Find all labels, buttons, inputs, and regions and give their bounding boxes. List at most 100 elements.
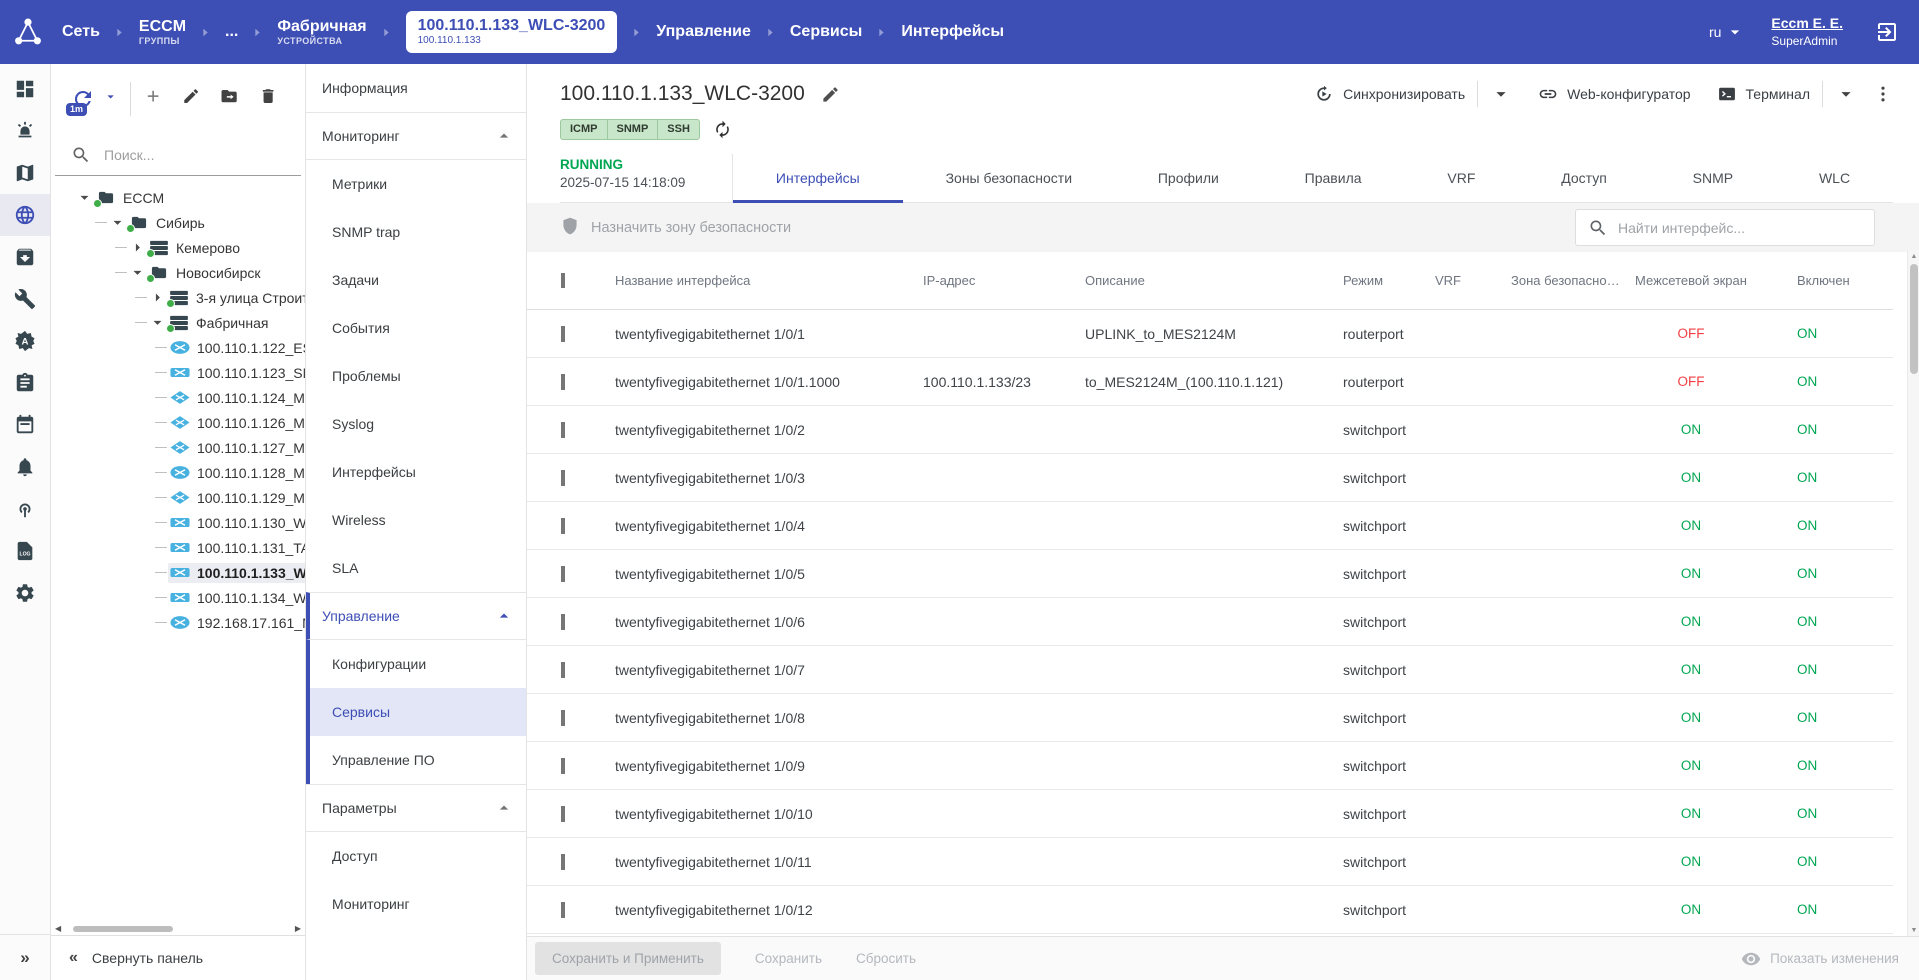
tab-rules[interactable]: Правила: [1262, 154, 1405, 202]
rail-item-calendar[interactable]: [0, 404, 50, 446]
row-checkbox[interactable]: [561, 613, 565, 630]
row-checkbox[interactable]: [561, 373, 565, 390]
menu-item-snmp-trap[interactable]: SNMP trap: [306, 208, 526, 256]
interface-row[interactable]: twentyfivegigabitethernet 1/0/10 switchpo…: [527, 790, 1893, 838]
menu-item-events[interactable]: События: [306, 304, 526, 352]
scrollbar-thumb[interactable]: [1910, 264, 1918, 374]
rail-item-tools[interactable]: [0, 278, 50, 320]
tree-node-dev-130[interactable]: 100.110.1.130_WLC-: [51, 510, 305, 535]
rail-item-alerts[interactable]: [0, 110, 50, 152]
row-checkbox[interactable]: [561, 757, 565, 774]
column-header-ip[interactable]: IP-адрес: [923, 273, 1085, 288]
row-checkbox[interactable]: [561, 709, 565, 726]
interface-search-input[interactable]: [1618, 219, 1862, 236]
tab-security-zones[interactable]: Зоны безопасности: [903, 154, 1115, 202]
scroll-right-icon[interactable]: ▶: [295, 924, 301, 933]
tree-collapsed-icon[interactable]: [128, 238, 147, 257]
tree-node-dev-122[interactable]: 100.110.1.122_ESR-2: [51, 335, 305, 360]
row-checkbox[interactable]: [561, 901, 565, 918]
interface-row[interactable]: twentyfivegigabitethernet 1/0/5 switchpor…: [527, 550, 1893, 598]
menu-item-access[interactable]: Доступ: [306, 832, 526, 880]
tab-wlc[interactable]: WLC: [1776, 154, 1893, 202]
tree-expanded-icon[interactable]: [128, 263, 147, 282]
rail-item-network[interactable]: [0, 194, 50, 236]
menu-item-tasks[interactable]: Задачи: [306, 256, 526, 304]
web-configurator-button[interactable]: Web-конфигуратор: [1538, 84, 1691, 104]
scroll-left-icon[interactable]: ◀: [55, 924, 61, 933]
tree-node-dev-161[interactable]: 192.168.17.161_MES: [51, 610, 305, 635]
menu-item-software[interactable]: Управление ПО: [306, 736, 526, 784]
tree-node-sibir[interactable]: Сибирь: [51, 210, 305, 235]
menu-item-monitoring[interactable]: Мониторинг: [306, 112, 526, 160]
breadcrumb-network[interactable]: Сеть: [62, 23, 100, 41]
tree-node-dev-123[interactable]: 100.110.1.123_SMG-: [51, 360, 305, 385]
menu-item-configurations[interactable]: Конфигурации: [306, 640, 526, 688]
interface-row[interactable]: twentyfivegigabitethernet 1/0/9 switchpor…: [527, 742, 1893, 790]
interface-row[interactable]: twentyfivegigabitethernet 1/0/7 switchpor…: [527, 646, 1893, 694]
select-all-checkbox[interactable]: [561, 273, 565, 288]
rail-item-logs[interactable]: LOG: [0, 530, 50, 572]
menu-item-metrics[interactable]: Метрики: [306, 160, 526, 208]
tab-access[interactable]: Доступ: [1518, 154, 1649, 202]
menu-item-interfaces[interactable]: Интерфейсы: [306, 448, 526, 496]
row-checkbox[interactable]: [561, 517, 565, 534]
tree-node-fabrichnaya[interactable]: Фабричная: [51, 310, 305, 335]
move-to-folder-button[interactable]: [220, 87, 238, 111]
table-vertical-scrollbar[interactable]: ▲ ▼: [1907, 250, 1919, 936]
logout-icon[interactable]: [1875, 20, 1899, 44]
terminal-button[interactable]: Терминал: [1717, 84, 1810, 104]
tree-collapsed-icon[interactable]: [148, 288, 167, 307]
row-checkbox[interactable]: [561, 421, 565, 438]
tree-node-novosibirsk[interactable]: Новосибирск: [51, 260, 305, 285]
column-header-description[interactable]: Описание: [1085, 273, 1343, 288]
interface-row[interactable]: twentyfivegigabitethernet 1/0/4 switchpor…: [527, 502, 1893, 550]
breadcrumb-services[interactable]: Сервисы: [790, 23, 862, 41]
sync-dropdown-icon[interactable]: [1490, 83, 1512, 105]
breadcrumb-eccm-groups[interactable]: ECCM ГРУППЫ: [139, 18, 186, 47]
column-header-vrf[interactable]: VRF: [1435, 273, 1511, 288]
rail-item-automation[interactable]: A: [0, 320, 50, 362]
rail-item-notifications[interactable]: [0, 446, 50, 488]
menu-item-problems[interactable]: Проблемы: [306, 352, 526, 400]
add-group-button[interactable]: [144, 87, 162, 111]
expand-panel-button[interactable]: »: [0, 934, 50, 980]
scroll-down-icon[interactable]: ▼: [1908, 924, 1919, 936]
edit-title-icon[interactable]: [821, 85, 840, 104]
column-header-mode[interactable]: Режим: [1343, 273, 1435, 288]
rail-item-dashboard[interactable]: [0, 68, 50, 110]
column-header-firewall[interactable]: Межсетевой экран: [1631, 273, 1761, 289]
terminal-dropdown-icon[interactable]: [1835, 83, 1857, 105]
delete-button[interactable]: [259, 87, 277, 111]
tree-expanded-icon[interactable]: [75, 188, 94, 207]
interface-row[interactable]: twentyfivegigabitethernet 1/0/11 switchpo…: [527, 838, 1893, 886]
tree-node-dev-133[interactable]: 100.110.1.133_WLC: [51, 560, 305, 585]
row-checkbox[interactable]: [561, 469, 565, 486]
edit-button[interactable]: [182, 87, 200, 111]
collapse-panel-button[interactable]: « Свернуть панель: [51, 935, 305, 980]
interface-row[interactable]: twentyfivegigabitethernet 1/0/1 UPLINK_to…: [527, 310, 1893, 358]
interface-row[interactable]: twentyfivegigabitethernet 1/0/2 switchpor…: [527, 406, 1893, 454]
column-header-zone[interactable]: Зона безопасности: [1511, 273, 1631, 288]
column-header-enabled[interactable]: Включен: [1761, 273, 1893, 288]
tab-interfaces[interactable]: Интерфейсы: [733, 154, 903, 203]
menu-item-management[interactable]: Управление: [306, 592, 526, 640]
eccm-logo-icon[interactable]: [12, 16, 44, 48]
menu-item-wireless[interactable]: Wireless: [306, 496, 526, 544]
scrollbar-thumb[interactable]: [73, 925, 173, 932]
tree-node-dev-129[interactable]: 100.110.1.129_MES2: [51, 485, 305, 510]
assign-zone-button[interactable]: Назначить зону безопасности: [560, 216, 791, 240]
row-checkbox[interactable]: [561, 325, 565, 342]
tab-profiles[interactable]: Профили: [1115, 154, 1262, 202]
refresh-dropdown-icon[interactable]: [103, 89, 118, 109]
tab-snmp[interactable]: SNMP: [1650, 154, 1776, 202]
synchronize-button[interactable]: Синхронизировать: [1314, 84, 1465, 104]
tab-vrf[interactable]: VRF: [1404, 154, 1518, 202]
more-actions-icon[interactable]: [1873, 84, 1893, 104]
row-checkbox[interactable]: [561, 853, 565, 870]
tree-node-dev-126[interactable]: 100.110.1.126_MES2: [51, 410, 305, 435]
rail-item-map[interactable]: [0, 152, 50, 194]
save-and-apply-button[interactable]: Сохранить и Применить: [535, 942, 721, 975]
tree-node-eccm[interactable]: ECCM: [51, 185, 305, 210]
tree-node-dev-134[interactable]: 100.110.1.134_WLC-: [51, 585, 305, 610]
tree-node-stroiteley-st[interactable]: 3-я улица Строителе: [51, 285, 305, 310]
